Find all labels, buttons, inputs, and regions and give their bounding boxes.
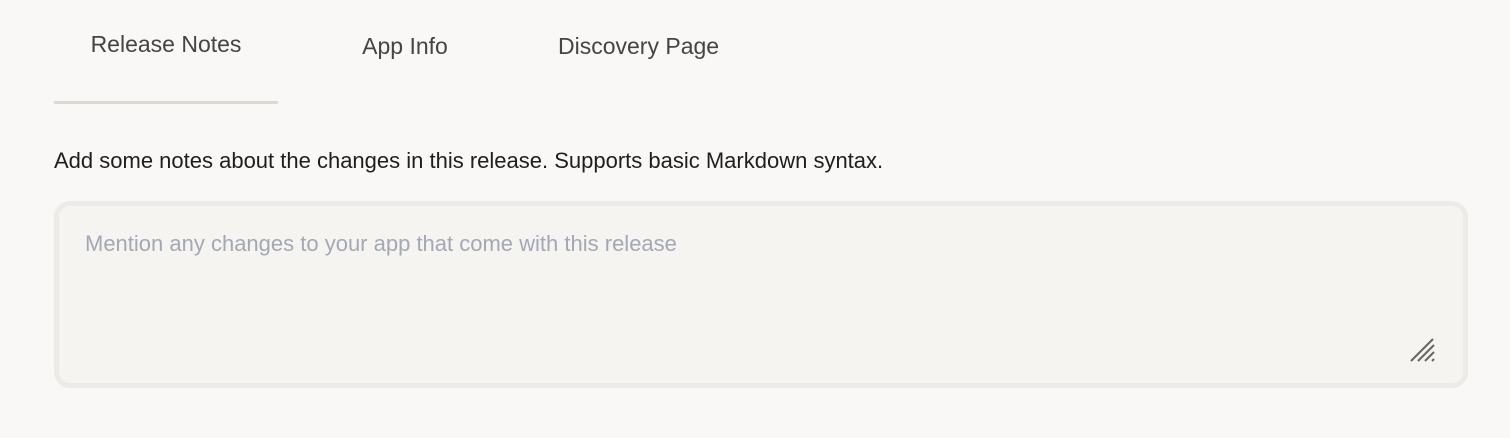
release-notes-description: Add some notes about the changes in this… (54, 148, 884, 173)
tab-app-info[interactable]: App Info (278, 0, 532, 104)
tab-discovery-page[interactable]: Discovery Page (532, 0, 772, 104)
release-notes-textarea[interactable] (59, 206, 1463, 383)
tab-bar: Release Notes App Info Discovery Page (54, 0, 772, 106)
tab-release-notes[interactable]: Release Notes (54, 0, 278, 104)
release-notes-field-container (54, 201, 1468, 388)
resize-grip-icon[interactable] (1409, 337, 1437, 363)
